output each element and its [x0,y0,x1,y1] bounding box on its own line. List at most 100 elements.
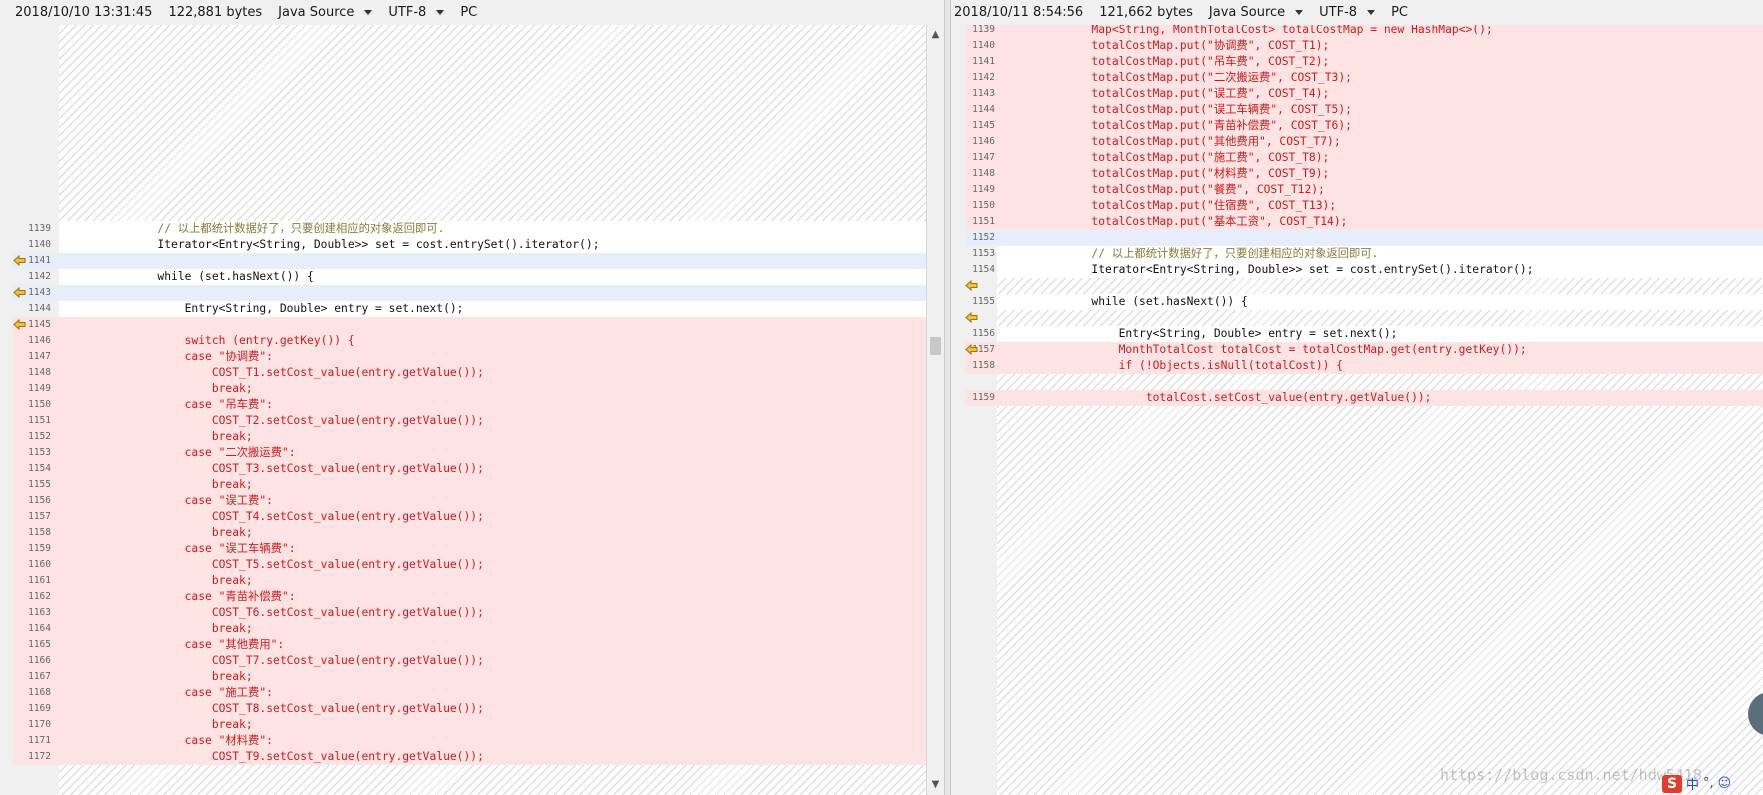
diff-line-row[interactable]: COST_T7.setCost_value(entry.getValue()); [59,653,926,669]
gutter-cell: 1158 [965,358,997,374]
diff-line-row[interactable]: totalCostMap.put("吊车费", COST_T2); [997,54,1763,70]
diff-line-row[interactable]: totalCostMap.put("施工费", COST_T8); [997,150,1763,166]
diff-line-row[interactable]: COST_T6.setCost_value(entry.getValue()); [59,605,926,621]
diff-arrow-icon[interactable] [13,287,27,299]
diff-line-row[interactable]: if (!Objects.isNull(totalCost)) { [997,358,1763,374]
code-line-text: break; [103,430,253,443]
code-line-text: totalCostMap.put("误工车辆费", COST_T5); [1037,103,1352,116]
right-encoding-dropdown[interactable]: UTF-8 [1319,5,1376,20]
diff-line-row[interactable]: // 以上都统计数据好了，只要创建相应的对象返回即可. [59,221,926,237]
code-line-text: break; [103,526,253,539]
line-number: 1162 [28,591,51,602]
left-language-dropdown[interactable]: Java Source [278,5,373,20]
diff-line-row[interactable]: totalCostMap.put("误工车辆费", COST_T5); [997,102,1763,118]
diff-line-row[interactable] [997,374,1763,390]
code-line-text: COST_T1.setCost_value(entry.getValue()); [103,366,484,379]
diff-arrow-icon[interactable] [13,319,27,331]
diff-line-row[interactable]: switch (entry.getKey()) { [59,333,926,349]
diff-line-row[interactable] [997,278,1763,294]
diff-arrow-icon[interactable] [965,344,979,356]
diff-line-row[interactable]: totalCostMap.put("材料费", COST_T9); [997,166,1763,182]
diff-line-row[interactable]: totalCostMap.put("协调费", COST_T1); [997,38,1763,54]
gutter-cell: 1140 [13,237,59,253]
line-number: 1154 [972,264,995,275]
diff-arrow-icon[interactable] [965,312,979,324]
diff-line-row[interactable]: COST_T9.setCost_value(entry.getValue()); [59,749,926,765]
ime-emoji-icon[interactable]: ☺ [1718,776,1732,791]
diff-line-row[interactable] [59,317,926,333]
line-number: 1150 [28,399,51,410]
diff-line-row[interactable]: COST_T8.setCost_value(entry.getValue()); [59,701,926,717]
code-line-text: while (set.hasNext()) { [1037,295,1248,308]
diff-line-row[interactable]: case "施工费": [59,685,926,701]
code-line-text: totalCostMap.put("基本工资", COST_T14); [1037,215,1348,228]
diff-line-row[interactable]: case "协调费": [59,349,926,365]
ime-mode[interactable]: 中 [1686,774,1699,793]
diff-line-row[interactable]: COST_T1.setCost_value(entry.getValue()); [59,365,926,381]
diff-line-row[interactable]: case "其他费用": [59,637,926,653]
gutter-cell: 1152 [965,230,997,246]
diff-line-row[interactable]: MonthTotalCost totalCost = totalCostMap.… [997,342,1763,358]
diff-line-row[interactable] [997,310,1763,326]
diff-line-row[interactable]: totalCostMap.put("误工费", COST_T4); [997,86,1763,102]
gutter-cell: 1156 [965,326,997,342]
gutter-cell: 1164 [13,621,59,637]
diff-line-row[interactable]: break; [59,477,926,493]
right-diff-pane[interactable]: Map<String, MonthTotalCost> totalCostMap… [952,25,1763,795]
diff-line-row[interactable]: case "青苗补偿费": [59,589,926,605]
diff-arrow-icon[interactable] [965,280,979,292]
left-encoding-dropdown[interactable]: UTF-8 [388,5,445,20]
diff-line-row[interactable]: case "误工费": [59,493,926,509]
diff-line-row[interactable]: totalCostMap.put("基本工资", COST_T14); [997,214,1763,230]
diff-line-row[interactable]: case "二次搬运费": [59,445,926,461]
pane-divider[interactable] [944,0,951,795]
diff-line-row[interactable]: break; [59,573,926,589]
diff-line-row[interactable]: COST_T2.setCost_value(entry.getValue()); [59,413,926,429]
diff-line-row[interactable]: break; [59,717,926,733]
diff-line-row[interactable]: case "材料费": [59,733,926,749]
diff-line-row[interactable]: Iterator<Entry<String, Double>> set = co… [59,237,926,253]
diff-line-row[interactable]: break; [59,669,926,685]
scroll-thumb[interactable] [930,337,941,355]
ime-toolbar[interactable]: S 中 °, ☺ [1662,774,1731,793]
gutter-cell: 1157 [13,509,59,525]
diff-line-row[interactable] [59,253,926,269]
gutter-cell: 1171 [13,733,59,749]
diff-line-row[interactable]: break; [59,429,926,445]
diff-line-row[interactable]: Map<String, MonthTotalCost> totalCostMap… [997,25,1763,38]
diff-line-row[interactable]: Entry<String, Double> entry = set.next()… [59,301,926,317]
diff-line-row[interactable]: break; [59,525,926,541]
scroll-down-arrow-icon[interactable]: ▼ [927,777,944,793]
diff-line-row[interactable]: while (set.hasNext()) { [59,269,926,285]
diff-line-row[interactable]: COST_T3.setCost_value(entry.getValue()); [59,461,926,477]
left-diff-pane[interactable]: // 以上都统计数据好了，只要创建相应的对象返回即可. Iterator<Ent… [0,25,926,795]
diff-line-row[interactable]: break; [59,381,926,397]
line-number: 1172 [28,751,51,762]
diff-line-row[interactable]: case "误工车辆费": [59,541,926,557]
diff-line-row[interactable]: COST_T5.setCost_value(entry.getValue()); [59,557,926,573]
diff-line-row[interactable]: while (set.hasNext()) { [997,294,1763,310]
diff-line-row[interactable]: totalCostMap.put("青苗补偿费", COST_T6); [997,118,1763,134]
ime-punct[interactable]: °, [1703,776,1714,791]
diff-line-row[interactable]: Entry<String, Double> entry = set.next()… [997,326,1763,342]
diff-line-row[interactable]: COST_T4.setCost_value(entry.getValue()); [59,509,926,525]
right-language-dropdown[interactable]: Java Source [1209,5,1304,20]
diff-line-row[interactable]: case "吊车费": [59,397,926,413]
diff-line-row[interactable]: totalCostMap.put("其他费用", COST_T7); [997,134,1763,150]
gutter-cell: 1148 [13,365,59,381]
code-line-text: case "其他费用": [103,638,285,651]
diff-line-row[interactable]: totalCostMap.put("二次搬运费", COST_T3); [997,70,1763,86]
diff-line-row[interactable]: // 以上都统计数据好了，只要创建相应的对象返回即可. [997,246,1763,262]
diff-line-row[interactable] [997,230,1763,246]
diff-line-row[interactable] [59,285,926,301]
left-vertical-scrollbar[interactable]: ▲ ▼ [926,25,944,795]
diff-line-row[interactable]: totalCostMap.put("餐费", COST_T12); [997,182,1763,198]
line-number: 1148 [28,367,51,378]
diff-line-row[interactable]: totalCost.setCost_value(entry.getValue()… [997,390,1763,406]
scroll-up-arrow-icon[interactable]: ▲ [927,27,944,43]
diff-line-row[interactable]: Iterator<Entry<String, Double>> set = co… [997,262,1763,278]
ime-logo-icon[interactable]: S [1662,774,1682,793]
diff-line-row[interactable]: break; [59,621,926,637]
diff-line-row[interactable]: totalCostMap.put("住宿费", COST_T13); [997,198,1763,214]
diff-arrow-icon[interactable] [13,255,27,267]
